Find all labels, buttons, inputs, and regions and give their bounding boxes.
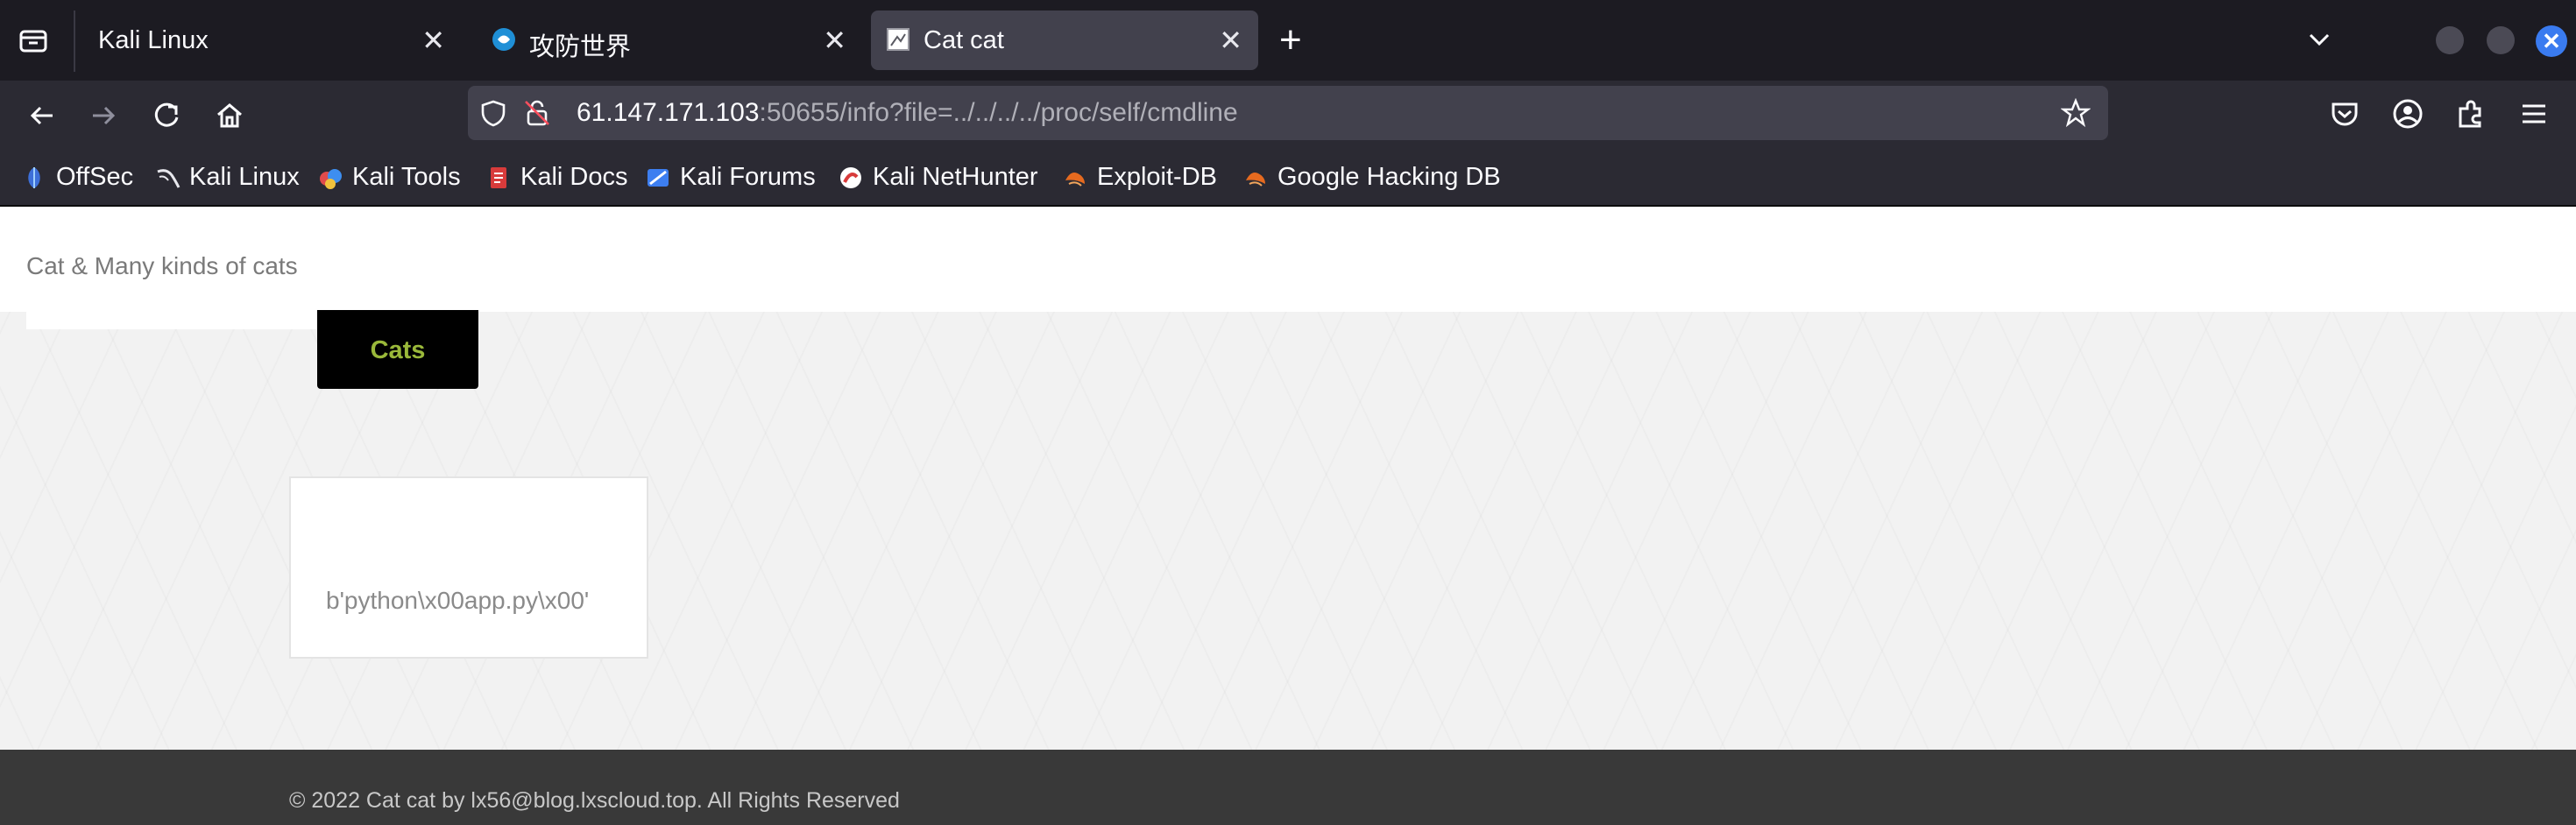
extensions-icon[interactable]	[2453, 96, 2488, 131]
close-icon[interactable]: ✕	[421, 25, 445, 56]
url-host: 61.147.171.103	[577, 98, 760, 127]
tab-cat-cat[interactable]: Cat cat ✕	[871, 11, 1258, 70]
page-favicon-icon	[887, 28, 909, 51]
chevron-down-icon[interactable]	[2304, 25, 2334, 54]
forward-arrow-icon[interactable]	[84, 96, 123, 135]
offsec-icon	[28, 167, 40, 188]
bookmarks-toolbar: OffSec Kali Linux Kali Tools Kali Docs K…	[0, 151, 2576, 205]
home-icon[interactable]	[210, 96, 249, 135]
close-icon[interactable]: ✕	[1219, 25, 1242, 56]
tab-gongfang-shijie[interactable]: 攻防世界 ✕	[477, 11, 862, 70]
account-icon[interactable]	[2390, 96, 2425, 131]
tab-separator	[74, 11, 75, 72]
kali-forums-icon	[648, 169, 669, 187]
bookmark-label: Kali Forums	[680, 163, 816, 191]
kali-dragon-icon	[157, 169, 180, 188]
header-underlay	[26, 312, 317, 329]
pocket-icon[interactable]	[2327, 96, 2362, 131]
file-content-output: b'python\x00app.py\x00'	[326, 587, 590, 614]
cats-nav-button[interactable]: Cats	[317, 310, 478, 389]
navigation-toolbar: 61.147.171.103:50655/info?file=../../../…	[0, 81, 2576, 151]
tab-bar: Kali Linux ✕ 攻防世界 ✕ Cat cat ✕ + ✕	[0, 0, 2576, 81]
shield-icon[interactable]	[478, 98, 508, 128]
back-arrow-icon[interactable]	[23, 96, 61, 135]
bookmark-label: Kali Linux	[189, 163, 300, 191]
cats-nav-label: Cats	[370, 336, 426, 364]
menu-icon[interactable]	[2516, 96, 2551, 131]
bookmark-star-icon[interactable]	[2061, 98, 2091, 128]
reload-icon[interactable]	[147, 96, 186, 135]
bookmark-label: Kali NetHunter	[873, 163, 1038, 191]
result-card: b'python\x00app.py\x00'	[289, 476, 648, 659]
web-page: Cat & Many kinds of cats Cats b'python\x…	[0, 207, 2576, 825]
insecure-lock-icon[interactable]	[522, 98, 552, 128]
tab-title: Cat cat	[924, 26, 1004, 54]
close-icon[interactable]: ✕	[823, 25, 846, 56]
window-close-button[interactable]: ✕	[2536, 25, 2567, 57]
url-bar[interactable]: 61.147.171.103:50655/info?file=../../../…	[468, 86, 2108, 140]
ghdb-icon	[1246, 173, 1265, 187]
url-text[interactable]: 61.147.171.103:50655/info?file=../../../…	[577, 98, 1238, 128]
kali-nethunter-icon	[840, 167, 861, 188]
tab-list-icon[interactable]	[18, 25, 49, 56]
gongfang-favicon-icon	[492, 28, 515, 51]
site-footer: © 2022 Cat cat by lx56@blog.lxscloud.top…	[0, 750, 2576, 825]
bookmark-label: OffSec	[56, 163, 134, 191]
bookmark-label: Kali Tools	[352, 163, 461, 191]
exploit-db-icon	[1065, 173, 1085, 187]
tab-kali-linux[interactable]: Kali Linux ✕	[77, 11, 461, 70]
bookmark-label: Exploit-DB	[1097, 163, 1217, 191]
site-title[interactable]: Cat & Many kinds of cats	[26, 252, 298, 280]
kali-docs-icon	[491, 167, 506, 188]
tab-title: Kali Linux	[98, 26, 209, 54]
bookmark-label: Kali Docs	[520, 163, 628, 191]
new-tab-icon[interactable]: +	[1279, 19, 1302, 61]
minimize-button[interactable]	[2436, 26, 2464, 54]
tab-title: 攻防世界	[529, 33, 632, 61]
kali-tools-icon	[320, 169, 342, 189]
url-path: :50655/info?file=../../../../proc/self/c…	[759, 98, 1238, 127]
footer-copyright: © 2022 Cat cat by lx56@blog.lxscloud.top…	[289, 788, 900, 813]
site-header: Cat & Many kinds of cats	[0, 207, 2576, 312]
maximize-button[interactable]	[2487, 26, 2515, 54]
bookmark-label: Google Hacking DB	[1277, 163, 1501, 191]
